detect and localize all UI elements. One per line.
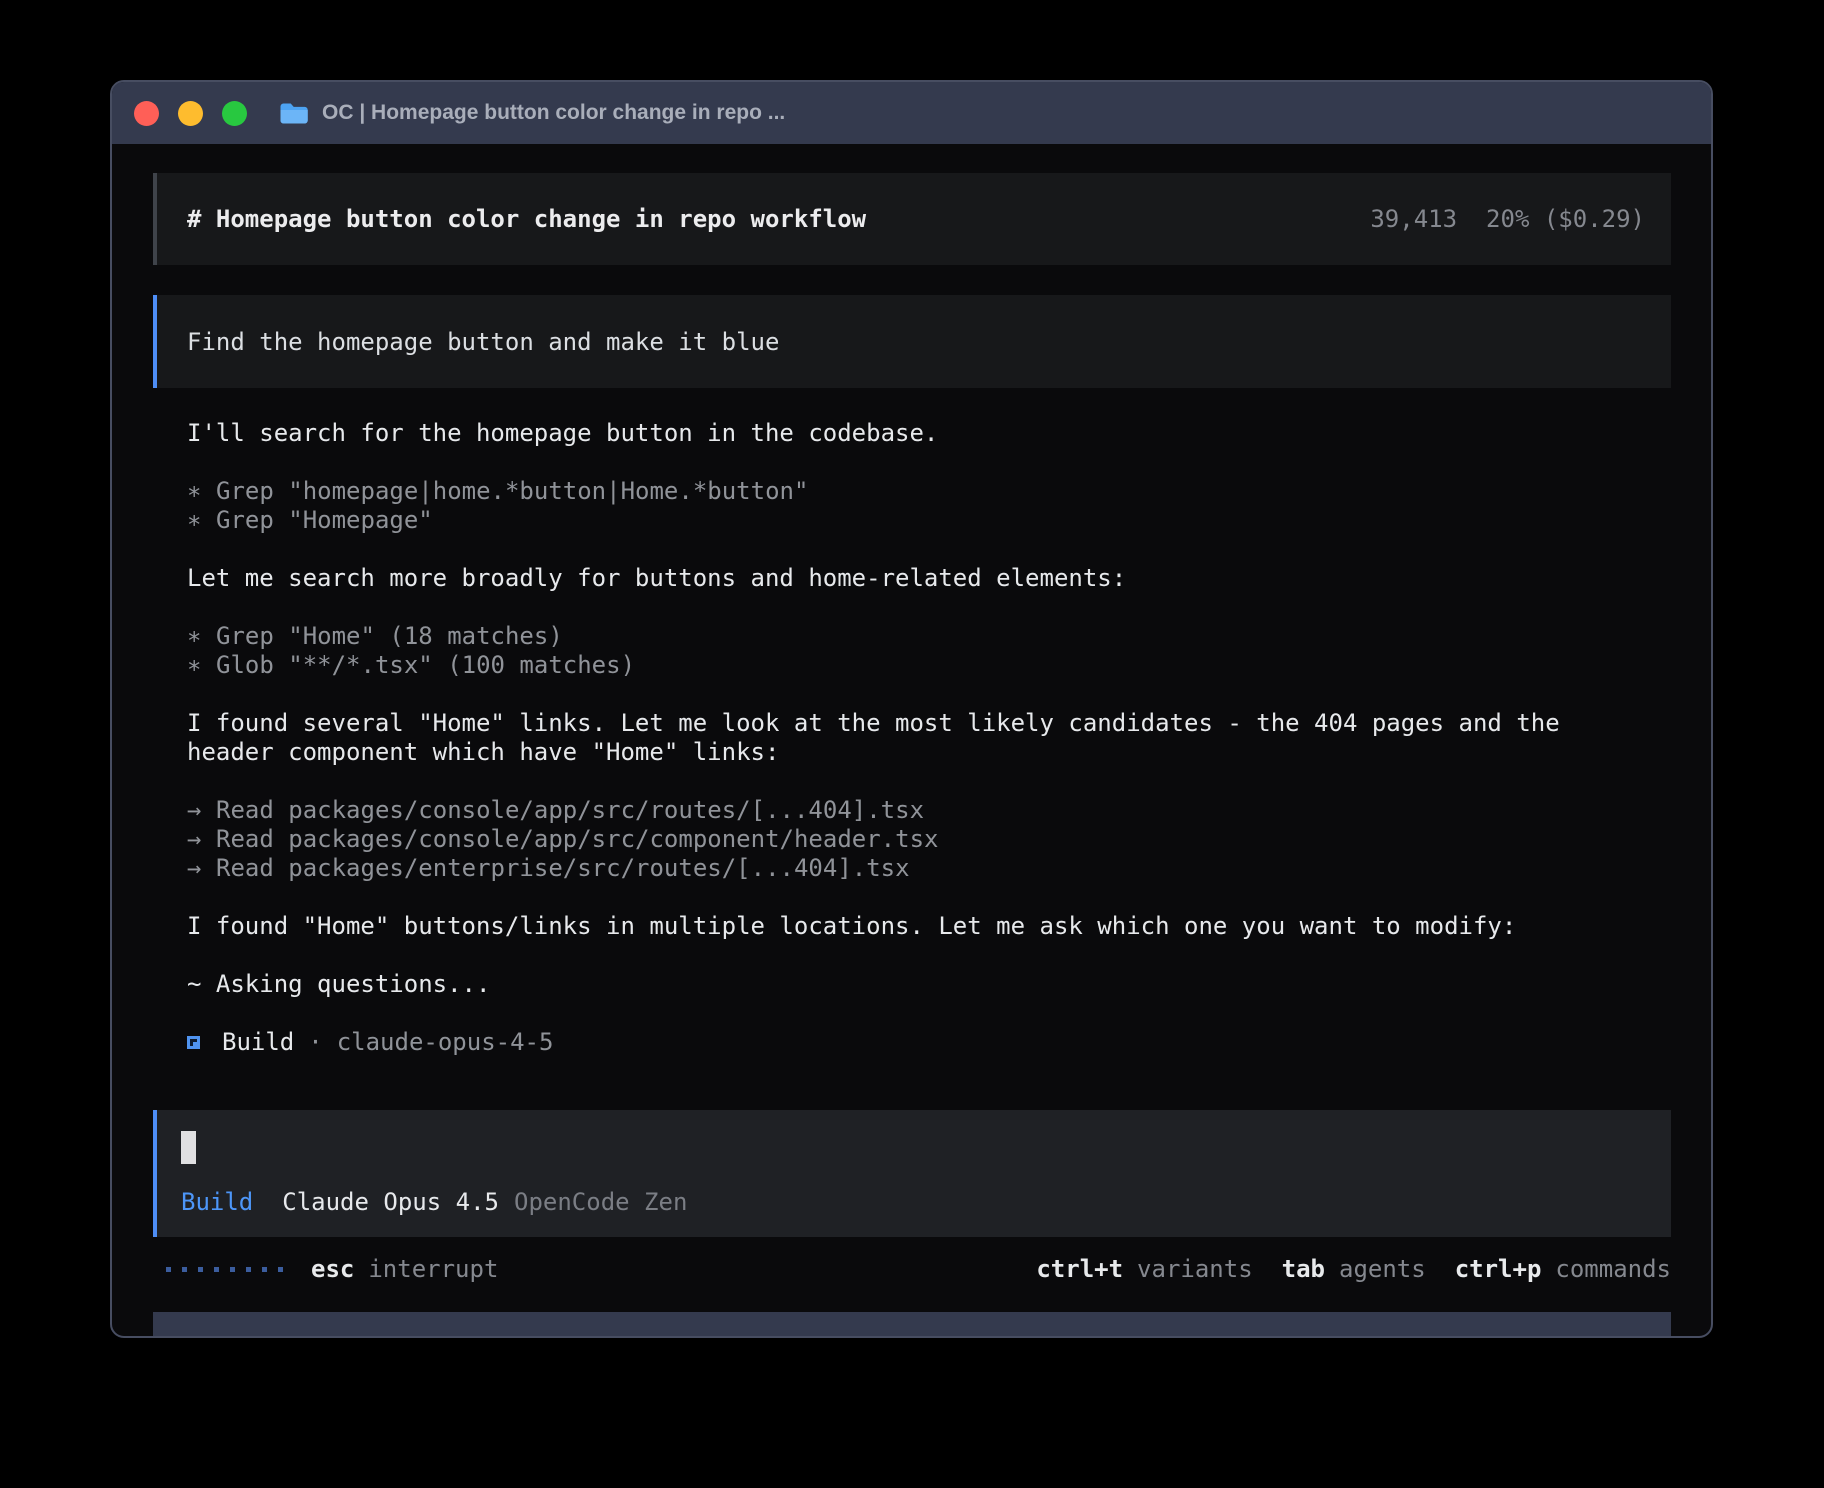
- active-model-label: Claude Opus 4.5: [282, 1188, 499, 1217]
- zoom-button[interactable]: [222, 101, 247, 126]
- provider-label: OpenCode Zen: [514, 1188, 687, 1217]
- assistant-text-line: header component which have "Home" links…: [187, 738, 779, 766]
- user-message-text: Find the homepage button and make it blu…: [187, 328, 779, 356]
- text-cursor: [181, 1131, 196, 1164]
- tool-call-glob: ∗Glob "**/*.tsx" (100 matches): [187, 651, 1671, 680]
- title-group: OC | Homepage button color change in rep…: [279, 101, 785, 125]
- hint-key: ctrl+t: [1036, 1255, 1123, 1284]
- traffic-lights: [134, 101, 247, 126]
- tool-call-grep: ∗Grep "homepage|home.*button|Home.*butto…: [187, 477, 1671, 506]
- assistant-text-line: I found several "Home" links. Let me loo…: [187, 709, 1560, 737]
- status-right: ctrl+t variants tab agents ctrl+p comman…: [1007, 1255, 1671, 1284]
- separator-dot: ·: [308, 1028, 322, 1057]
- close-button[interactable]: [134, 101, 159, 126]
- assistant-text: I found several "Home" links. Let me loo…: [187, 709, 1671, 767]
- assistant-text: I found "Home" buttons/links in multiple…: [187, 912, 1671, 941]
- tool-bullet-icon: ∗: [187, 477, 216, 506]
- input-meta-row: Build Claude Opus 4.5 OpenCode Zen: [181, 1188, 1645, 1217]
- build-agent-icon: [187, 1036, 200, 1049]
- session-title: # Homepage button color change in repo w…: [187, 205, 866, 233]
- minimize-button[interactable]: [178, 101, 203, 126]
- tool-call-text: Read packages/console/app/src/component/…: [216, 825, 938, 853]
- terminal-content: # Homepage button color change in repo w…: [112, 144, 1711, 1336]
- assistant-text: I'll search for the homepage button in t…: [187, 419, 1671, 448]
- token-count: 39,413: [1370, 205, 1457, 233]
- user-message: Find the homepage button and make it blu…: [153, 295, 1671, 388]
- folder-icon: [279, 101, 309, 125]
- tool-call-group: ∗Grep "Home" (18 matches) ∗Glob "**/*.ts…: [187, 622, 1671, 680]
- tool-call-text: Read packages/enterprise/src/routes/[...…: [216, 854, 910, 882]
- tool-bullet-icon: ∗: [187, 622, 216, 651]
- hint-key: tab: [1282, 1255, 1325, 1284]
- assistant-text: Let me search more broadly for buttons a…: [187, 564, 1671, 593]
- prompt-input[interactable]: Build Claude Opus 4.5 OpenCode Zen: [153, 1110, 1671, 1237]
- status-bar: esc interrupt ctrl+t variants tab agents…: [166, 1255, 1671, 1284]
- read-arrow-icon: →: [187, 796, 216, 825]
- conversation: I'll search for the homepage button in t…: [187, 419, 1671, 1057]
- tool-bullet-icon: ∗: [187, 651, 216, 680]
- tool-call-grep: ∗Grep "Homepage": [187, 506, 1671, 535]
- assistant-working-status: ~ Asking questions...: [187, 970, 1671, 999]
- hint-label: variants: [1137, 1255, 1253, 1284]
- tool-call-text: Glob "**/*.tsx" (100 matches): [216, 651, 635, 679]
- agent-model: claude-opus-4-5: [337, 1028, 554, 1057]
- hint-agents: tab agents: [1282, 1255, 1426, 1284]
- read-arrow-icon: →: [187, 854, 216, 883]
- window-bottom-edge: [153, 1312, 1671, 1336]
- terminal-window: OC | Homepage button color change in rep…: [110, 80, 1713, 1338]
- tool-call-group: ∗Grep "homepage|home.*button|Home.*butto…: [187, 477, 1671, 535]
- tool-call-grep: ∗Grep "Home" (18 matches): [187, 622, 1671, 651]
- tool-call-text: Grep "Home" (18 matches): [216, 622, 563, 650]
- agent-badge: Build · claude-opus-4-5: [187, 1028, 1671, 1057]
- status-left: esc interrupt: [166, 1255, 498, 1284]
- hint-label: commands: [1555, 1255, 1671, 1284]
- read-arrow-icon: →: [187, 825, 216, 854]
- context-usage-cost: 20% ($0.29): [1486, 205, 1645, 233]
- window-title: OC | Homepage button color change in rep…: [322, 101, 785, 125]
- activity-dots-icon: [166, 1267, 283, 1272]
- tool-call-text: Grep "homepage|home.*button|Home.*button…: [216, 477, 808, 505]
- session-header: # Homepage button color change in repo w…: [153, 173, 1671, 265]
- tool-bullet-icon: ∗: [187, 506, 216, 535]
- hint-commands: ctrl+p commands: [1455, 1255, 1671, 1284]
- session-stats: 39,413 20% ($0.29): [1370, 205, 1645, 233]
- tool-call-read: →Read packages/console/app/src/component…: [187, 825, 1671, 854]
- hint-key: ctrl+p: [1455, 1255, 1542, 1284]
- tool-call-text: Grep "Homepage": [216, 506, 433, 534]
- hint-label: agents: [1339, 1255, 1426, 1284]
- hint-variants: ctrl+t variants: [1036, 1255, 1252, 1284]
- agent-name: Build: [222, 1028, 294, 1057]
- tool-call-read: →Read packages/console/app/src/routes/[.…: [187, 796, 1671, 825]
- hint-key-esc: esc: [311, 1255, 354, 1284]
- tool-call-text: Read packages/console/app/src/routes/[..…: [216, 796, 924, 824]
- tool-call-read: →Read packages/enterprise/src/routes/[..…: [187, 854, 1671, 883]
- window-titlebar: OC | Homepage button color change in rep…: [112, 82, 1711, 144]
- active-agent-label: Build: [181, 1188, 253, 1217]
- hint-label-interrupt: interrupt: [368, 1255, 498, 1284]
- tool-call-group: →Read packages/console/app/src/routes/[.…: [187, 796, 1671, 883]
